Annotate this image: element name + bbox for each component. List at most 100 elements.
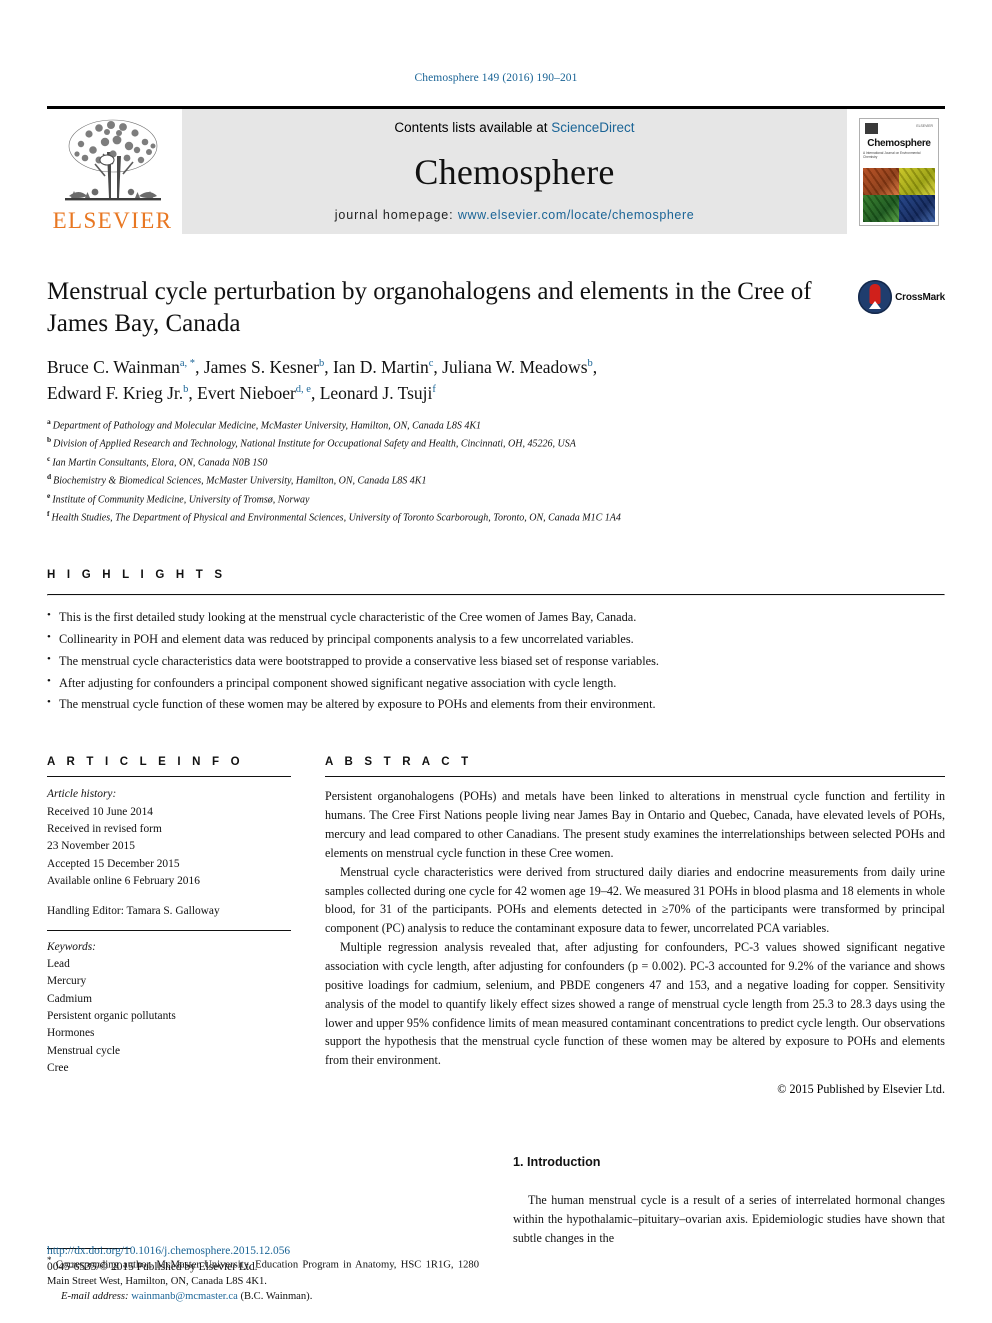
doi-link[interactable]: http://dx.doi.org/10.1016/j.chemosphere.… <box>47 1243 290 1260</box>
keyword-item: Cadmium <box>47 992 92 1005</box>
affiliation-key: f <box>47 509 50 519</box>
cover-title: Chemosphere <box>867 137 931 149</box>
highlights-divider <box>47 593 945 596</box>
sciencedirect-link[interactable]: ScienceDirect <box>551 120 634 135</box>
affiliation-key: b <box>47 435 52 445</box>
crossmark-label: CrossMark <box>895 291 945 303</box>
affiliation-key: d <box>47 472 52 482</box>
author-name: Bruce C. Wainmana, * <box>47 357 196 377</box>
keyword-item: Cree <box>47 1061 69 1074</box>
author-affil-marker: b <box>183 384 189 396</box>
elsevier-tree-icon <box>64 119 161 201</box>
author-name: Juliana W. Meadowsb <box>442 357 593 377</box>
title-block: Menstrual cycle perturbation by organoha… <box>47 276 945 339</box>
cover-photo-grid <box>863 167 935 222</box>
homepage-url-link[interactable]: www.elsevier.com/locate/chemosphere <box>458 208 694 222</box>
keywords-divider <box>47 929 291 931</box>
article-history-label: Article history: <box>47 788 117 801</box>
author-line-1: Bruce C. Wainmana, *, James S. Kesnerb, … <box>47 357 598 377</box>
journal-cover-thumbnail: ELSEVIER Chemosphere A International Jou… <box>853 109 945 234</box>
bottom-columns: * Corresponding author. McMaster Univers… <box>47 1153 945 1305</box>
crossmark-icon <box>858 280 893 314</box>
abstract-paragraph: Multiple regression analysis revealed th… <box>325 940 945 1068</box>
affiliation-item: f Health Studies, The Department of Physi… <box>47 508 945 527</box>
email-label: E-mail address: <box>61 1291 129 1303</box>
history-item: Accepted 15 December 2015 <box>47 857 180 870</box>
keyword-item: Hormones <box>47 1027 95 1040</box>
introduction-body: The human menstrual cycle is a result of… <box>513 1191 945 1248</box>
paper-page: Chemosphere 149 (2016) 190–201 ELSEVIER … <box>0 0 992 1305</box>
author-name: James S. Kesnerb <box>203 357 325 377</box>
affiliation-item: d Biochemistry & Biomedical Sciences, McM… <box>47 471 945 490</box>
abstract-heading: A B S T R A C T <box>325 756 473 769</box>
abstract-copyright: © 2015 Published by Elsevier Ltd. <box>777 1082 945 1097</box>
highlights-section: H I G H L I G H T S This is the first de… <box>47 569 945 716</box>
introduction-heading: 1. Introduction <box>513 1155 601 1170</box>
author-affil-marker: c <box>428 358 434 370</box>
page-footer: http://dx.doi.org/10.1016/j.chemosphere.… <box>47 1243 290 1276</box>
affiliation-list: a Department of Pathology and Molecular M… <box>47 416 945 527</box>
affiliation-key: c <box>47 453 51 463</box>
cover-image: ELSEVIER Chemosphere A International Jou… <box>859 117 939 226</box>
author-name: Evert Nieboerd, e <box>197 382 311 403</box>
running-head: Chemosphere 149 (2016) 190–201 <box>414 72 578 84</box>
email-owner: (B.C. Wainman). <box>240 1291 313 1303</box>
cover-top: ELSEVIER Chemosphere A International Jou… <box>863 122 935 168</box>
history-item: 23 November 2015 <box>47 840 135 853</box>
article-info-heading: A R T I C L E I N F O <box>47 756 244 769</box>
author-affil-marker: b <box>587 358 593 370</box>
affiliation-key: e <box>47 490 51 500</box>
affiliation-item: a Department of Pathology and Molecular M… <box>47 416 945 435</box>
keyword-item: Menstrual cycle <box>47 1044 121 1057</box>
introduction-column: 1. Introduction The human menstrual cycl… <box>513 1153 945 1305</box>
journal-title: Chemosphere <box>414 151 615 192</box>
author-affil-marker: f <box>432 384 436 396</box>
history-item: Received in revised form <box>47 822 162 835</box>
homepage-prefix: journal homepage: <box>334 208 454 222</box>
keyword-item: Persistent organic pollutants <box>47 1009 176 1022</box>
masthead-center: Contents lists available at ScienceDirec… <box>182 109 847 234</box>
contents-available-line: Contents lists available at ScienceDirec… <box>394 120 634 135</box>
corresponding-author-column: * Corresponding author. McMaster Univers… <box>47 1153 479 1305</box>
journal-homepage-line: journal homepage: www.elsevier.com/locat… <box>335 208 695 222</box>
author-line-2: Edward F. Krieg Jr.b, Evert Nieboerd, e,… <box>47 382 436 403</box>
elsevier-wordmark: ELSEVIER <box>52 208 173 233</box>
article-info-section: A R T I C L E I N F O Article history: R… <box>47 756 291 1097</box>
keyword-item: Mercury <box>47 975 87 988</box>
page-title: Menstrual cycle perturbation by organoha… <box>47 278 812 337</box>
issn-copyright: 0045-6535/© 2015 Published by Elsevier L… <box>47 1261 258 1274</box>
author-affil-marker: b <box>319 358 325 370</box>
affiliation-text: Health Studies, The Department of Physic… <box>51 512 621 524</box>
abstract-paragraph: Menstrual cycle characteristics were der… <box>325 864 945 936</box>
list-item: After adjusting for confounders a princi… <box>47 672 945 695</box>
affiliation-item: b Division of Applied Research and Techno… <box>47 434 945 453</box>
crossmark-badge[interactable]: CrossMark <box>858 280 945 314</box>
list-item: The menstrual cycle function of these wo… <box>47 693 945 716</box>
abstract-section: A B S T R A C T Persistent organohalogen… <box>325 756 945 1097</box>
list-item: This is the first detailed study looking… <box>47 606 945 629</box>
affiliation-item: e Institute of Community Medicine, Univer… <box>47 490 945 509</box>
journal-masthead: ELSEVIER Contents lists available at Sci… <box>47 106 945 234</box>
info-abstract-row: A R T I C L E I N F O Article history: R… <box>47 756 945 1097</box>
handling-editor: Handling Editor: Tamara S. Galloway <box>47 905 220 918</box>
history-item: Available online 6 February 2016 <box>47 874 200 887</box>
affiliation-text: Department of Pathology and Molecular Me… <box>52 420 482 432</box>
highlights-heading: H I G H L I G H T S <box>47 568 227 581</box>
affiliation-text: Institute of Community Medicine, Univers… <box>52 494 310 506</box>
publisher-logo: ELSEVIER <box>47 109 178 234</box>
author-affil-marker: d, e <box>295 384 311 396</box>
cover-quadrant-green <box>863 194 899 222</box>
affiliation-key: a <box>47 416 51 426</box>
cover-quadrant-orange <box>863 167 899 195</box>
cover-subtitle: A International Journal on Environmental… <box>863 150 921 159</box>
affiliation-text: Division of Applied Research and Technol… <box>53 438 576 450</box>
abstract-paragraph: Persistent organohalogens (POHs) and met… <box>325 789 945 860</box>
cover-quadrant-yellow <box>899 167 935 195</box>
history-item: Received 10 June 2014 <box>47 805 153 818</box>
contents-prefix: Contents lists available at <box>394 120 548 135</box>
cover-elsevier-mark-icon <box>865 122 878 134</box>
highlights-list: This is the first detailed study looking… <box>47 606 945 716</box>
keyword-item: Lead <box>47 957 70 970</box>
affiliation-text: Ian Martin Consultants, Elora, ON, Canad… <box>52 457 268 469</box>
email-link[interactable]: wainmanb@mcmaster.ca <box>131 1291 238 1302</box>
